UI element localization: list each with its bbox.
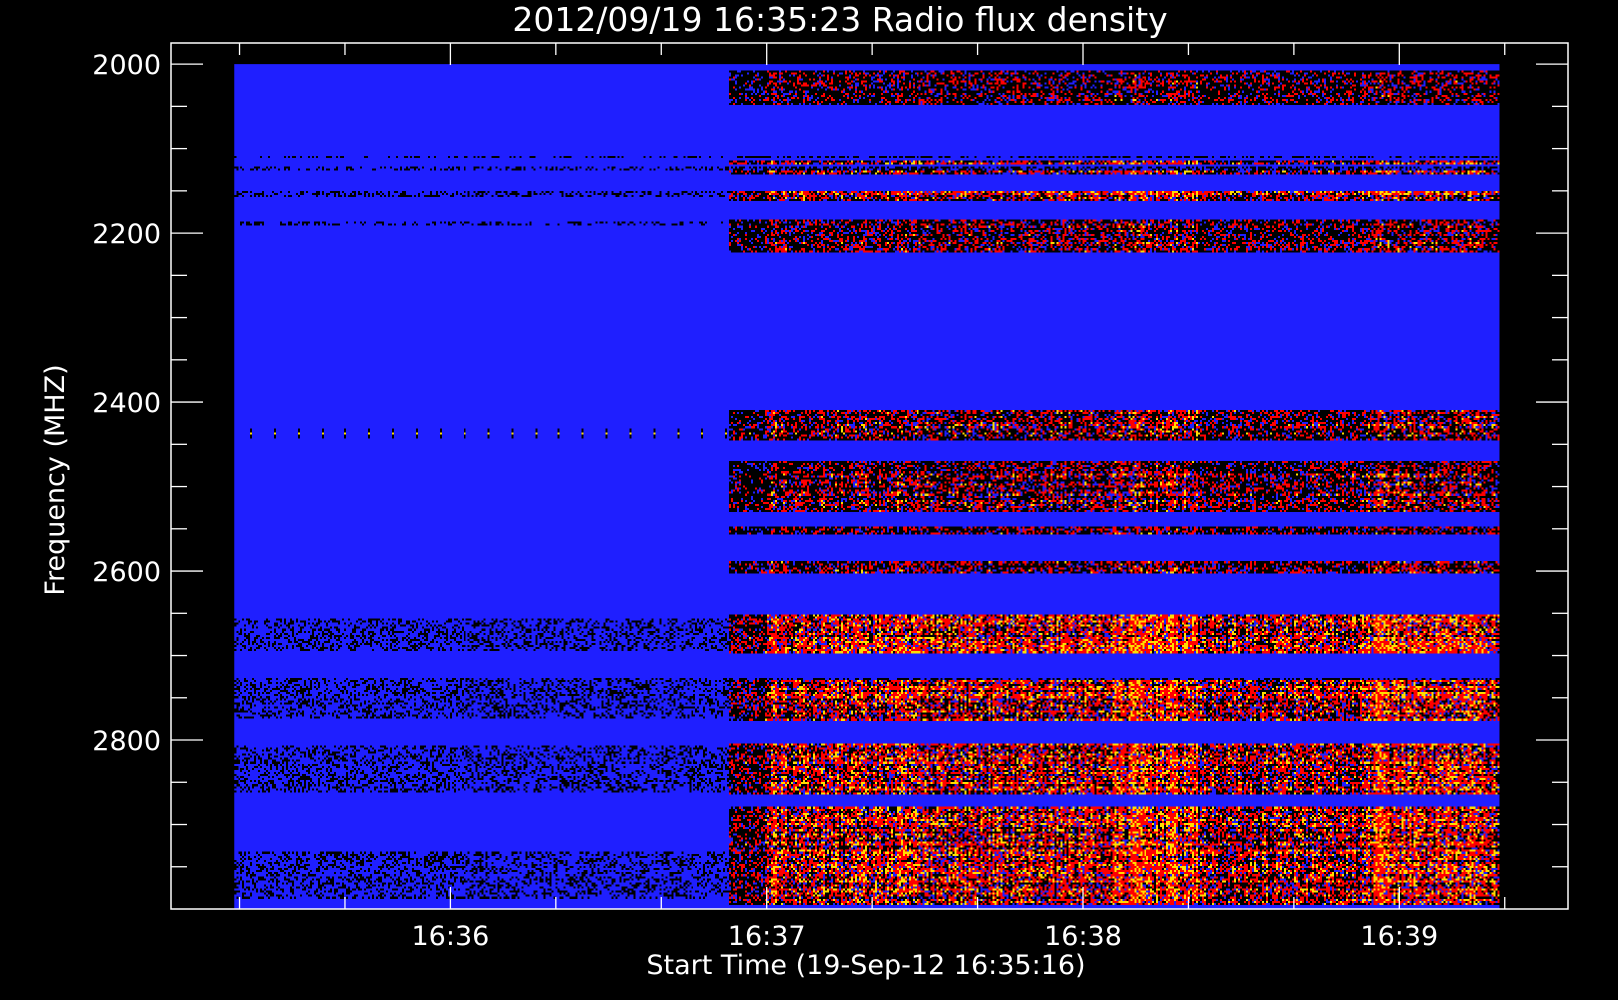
- y-tick-label: 2400: [92, 388, 161, 419]
- chart-title: 2012/09/19 16:35:23 Radio flux density: [512, 0, 1167, 39]
- y-axis-label: Frequency (MHZ): [40, 364, 71, 595]
- y-tick-label: 2800: [92, 726, 161, 757]
- y-tick-label: 2600: [92, 557, 161, 588]
- x-tick-label: 16:36: [411, 921, 489, 952]
- x-tick-label: 16:39: [1360, 921, 1438, 952]
- spectrogram-chart: 2012/09/19 16:35:23 Radio flux density 2…: [0, 0, 1618, 1000]
- spectrogram-image: [234, 64, 1500, 909]
- y-tick-label: 2000: [92, 50, 161, 81]
- x-axis-label: Start Time (19-Sep-12 16:35:16): [646, 950, 1085, 981]
- x-tick-label: 16:38: [1044, 921, 1122, 952]
- y-tick-label: 2200: [92, 219, 161, 250]
- x-tick-label: 16:37: [728, 921, 806, 952]
